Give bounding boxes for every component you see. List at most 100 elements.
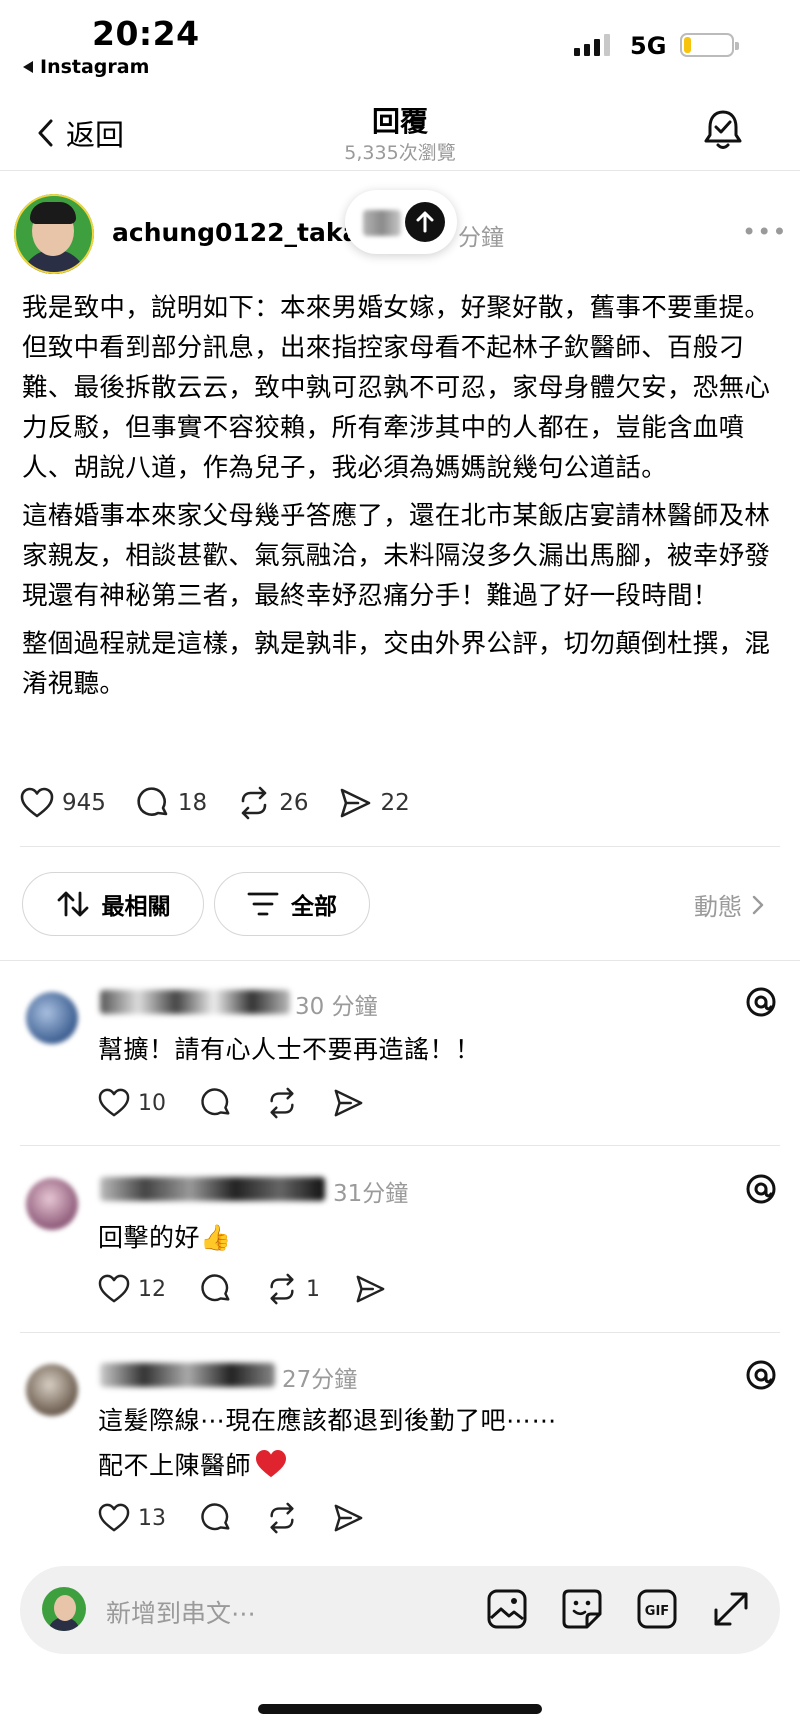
reply-time: 30 分鐘: [295, 994, 378, 1020]
reply-text: 幫擴！請有心人士不要再造謠！！: [98, 1035, 481, 1064]
repost-button[interactable]: [266, 1502, 298, 1534]
battery-icon: [680, 33, 739, 57]
like-count: 13: [138, 1505, 166, 1531]
repost-button[interactable]: 26: [237, 786, 308, 820]
threads-icon[interactable]: [744, 1358, 778, 1392]
comment-icon: [201, 1274, 230, 1302]
scroll-to-top-pill[interactable]: [345, 190, 457, 254]
like-count: 12: [138, 1276, 166, 1302]
repost-icon: [270, 1273, 294, 1305]
like-button[interactable]: 13: [98, 1503, 166, 1533]
expand-icon[interactable]: [712, 1590, 750, 1628]
back-triangle-icon: [23, 61, 33, 73]
reply-avatar[interactable]: [26, 992, 78, 1044]
author-username[interactable]: achung0122_taka: [112, 218, 359, 247]
bell-check-icon[interactable]: [702, 107, 744, 151]
reply-username[interactable]: [100, 1177, 325, 1201]
back-to-instagram[interactable]: Instagram: [22, 56, 149, 78]
activity-label: 動態: [694, 893, 742, 921]
home-indicator: [258, 1704, 542, 1714]
arrow-up-icon: [405, 202, 445, 242]
heart-icon: [98, 1503, 130, 1532]
filter-label: 全部: [291, 894, 337, 920]
comment-icon: [201, 1088, 230, 1116]
reply-text-content: 回擊的好: [98, 1223, 201, 1252]
heart-icon: [20, 787, 54, 818]
reply-avatar[interactable]: [26, 1178, 78, 1230]
author-avatar[interactable]: [14, 194, 94, 274]
filter-icon: [247, 892, 279, 916]
share-button[interactable]: [332, 1088, 364, 1118]
more-options-icon[interactable]: •••: [742, 218, 787, 246]
repost-icon: [270, 1087, 294, 1119]
like-button[interactable]: 10: [98, 1088, 166, 1118]
view-count: 5,335次瀏覽: [344, 142, 456, 164]
reply-divider: [20, 1332, 780, 1333]
filter-all-button[interactable]: 全部: [214, 872, 370, 936]
heart-icon: [98, 1088, 130, 1117]
reply-text-line2: 配不上陳醫師: [98, 1446, 287, 1482]
comment-count: 18: [177, 790, 208, 816]
comment-icon: [137, 787, 168, 816]
reply-divider: [20, 1145, 780, 1146]
like-button[interactable]: 945: [20, 787, 106, 819]
reply-time: 31分鐘: [333, 1181, 409, 1207]
share-button[interactable]: [332, 1503, 364, 1533]
repost-count: 26: [279, 790, 309, 816]
share-icon: [356, 1275, 385, 1303]
repost-count: 1: [306, 1276, 320, 1302]
image-icon[interactable]: [486, 1588, 528, 1630]
repost-button[interactable]: 1: [266, 1273, 320, 1305]
post-paragraph: 這樁婚事本來家父母幾乎答應了，還在北市某飯店宴請林醫師及林家親友，相談甚歡、氣氛…: [22, 501, 771, 611]
page-title: 回覆: [371, 105, 428, 138]
filter-divider: [0, 960, 800, 961]
post-divider: [20, 846, 780, 847]
threads-icon[interactable]: [744, 985, 778, 1019]
red-heart-emoji: [256, 1449, 287, 1478]
threads-icon[interactable]: [744, 1172, 778, 1206]
comment-button[interactable]: 18: [136, 786, 207, 820]
repost-icon: [241, 786, 267, 820]
svg-text:GIF: GIF: [645, 1604, 669, 1619]
reply-time: 27分鐘: [282, 1367, 358, 1393]
post-time: 分鐘: [458, 225, 504, 251]
comment-button[interactable]: [200, 1502, 232, 1534]
reply-text-content: 配不上陳醫師: [98, 1451, 252, 1480]
post-body: 我是致中，說明如下：本來男婚女嫁，好聚好散，舊事不要重提。但致中看到部分訊息，出…: [22, 288, 782, 712]
network-label: 5G: [630, 32, 667, 60]
sort-relevance-button[interactable]: 最相關: [22, 872, 204, 936]
like-count: 945: [62, 790, 106, 816]
composer-input[interactable]: 新增到串文⋯: [106, 1594, 256, 1630]
header-divider: [0, 170, 800, 171]
post-actions: 945 18 26 22: [20, 786, 440, 820]
heart-icon: [98, 1274, 130, 1303]
status-time: 20:24: [92, 14, 200, 53]
repost-icon: [270, 1502, 294, 1534]
share-button[interactable]: 22: [338, 787, 410, 819]
thumbs-up-emoji: 👍: [200, 1223, 232, 1252]
comment-button[interactable]: [200, 1087, 232, 1119]
reply-text-line1: 這髮際線⋯現在應該都退到後勤了吧⋯⋯: [98, 1406, 558, 1435]
comment-button[interactable]: [200, 1273, 232, 1305]
chevron-right-icon: [752, 895, 764, 914]
reply-actions: 10: [98, 1087, 398, 1119]
share-icon: [341, 788, 371, 818]
share-icon: [334, 1089, 363, 1117]
gif-icon[interactable]: GIF: [636, 1588, 678, 1630]
composer-avatar: [42, 1587, 86, 1631]
reply-text: 回擊的好👍: [98, 1218, 232, 1254]
signal-icon: [574, 34, 610, 56]
share-count: 22: [380, 790, 410, 816]
post-paragraph: 我是致中，說明如下：本來男婚女嫁，好聚好散，舊事不要重提。但致中看到部分訊息，出…: [22, 293, 771, 483]
share-button[interactable]: [354, 1274, 386, 1304]
activity-link[interactable]: 動態: [694, 887, 764, 922]
sticker-icon[interactable]: [561, 1588, 603, 1630]
repost-button[interactable]: [266, 1087, 298, 1119]
reply-username[interactable]: [100, 1363, 275, 1387]
reply-avatar[interactable]: [26, 1364, 78, 1416]
comment-icon: [201, 1503, 230, 1531]
like-button[interactable]: 12: [98, 1274, 166, 1304]
reply-username[interactable]: [100, 990, 290, 1014]
reply-actions: 13: [98, 1502, 398, 1534]
back-app-label: Instagram: [40, 56, 150, 78]
